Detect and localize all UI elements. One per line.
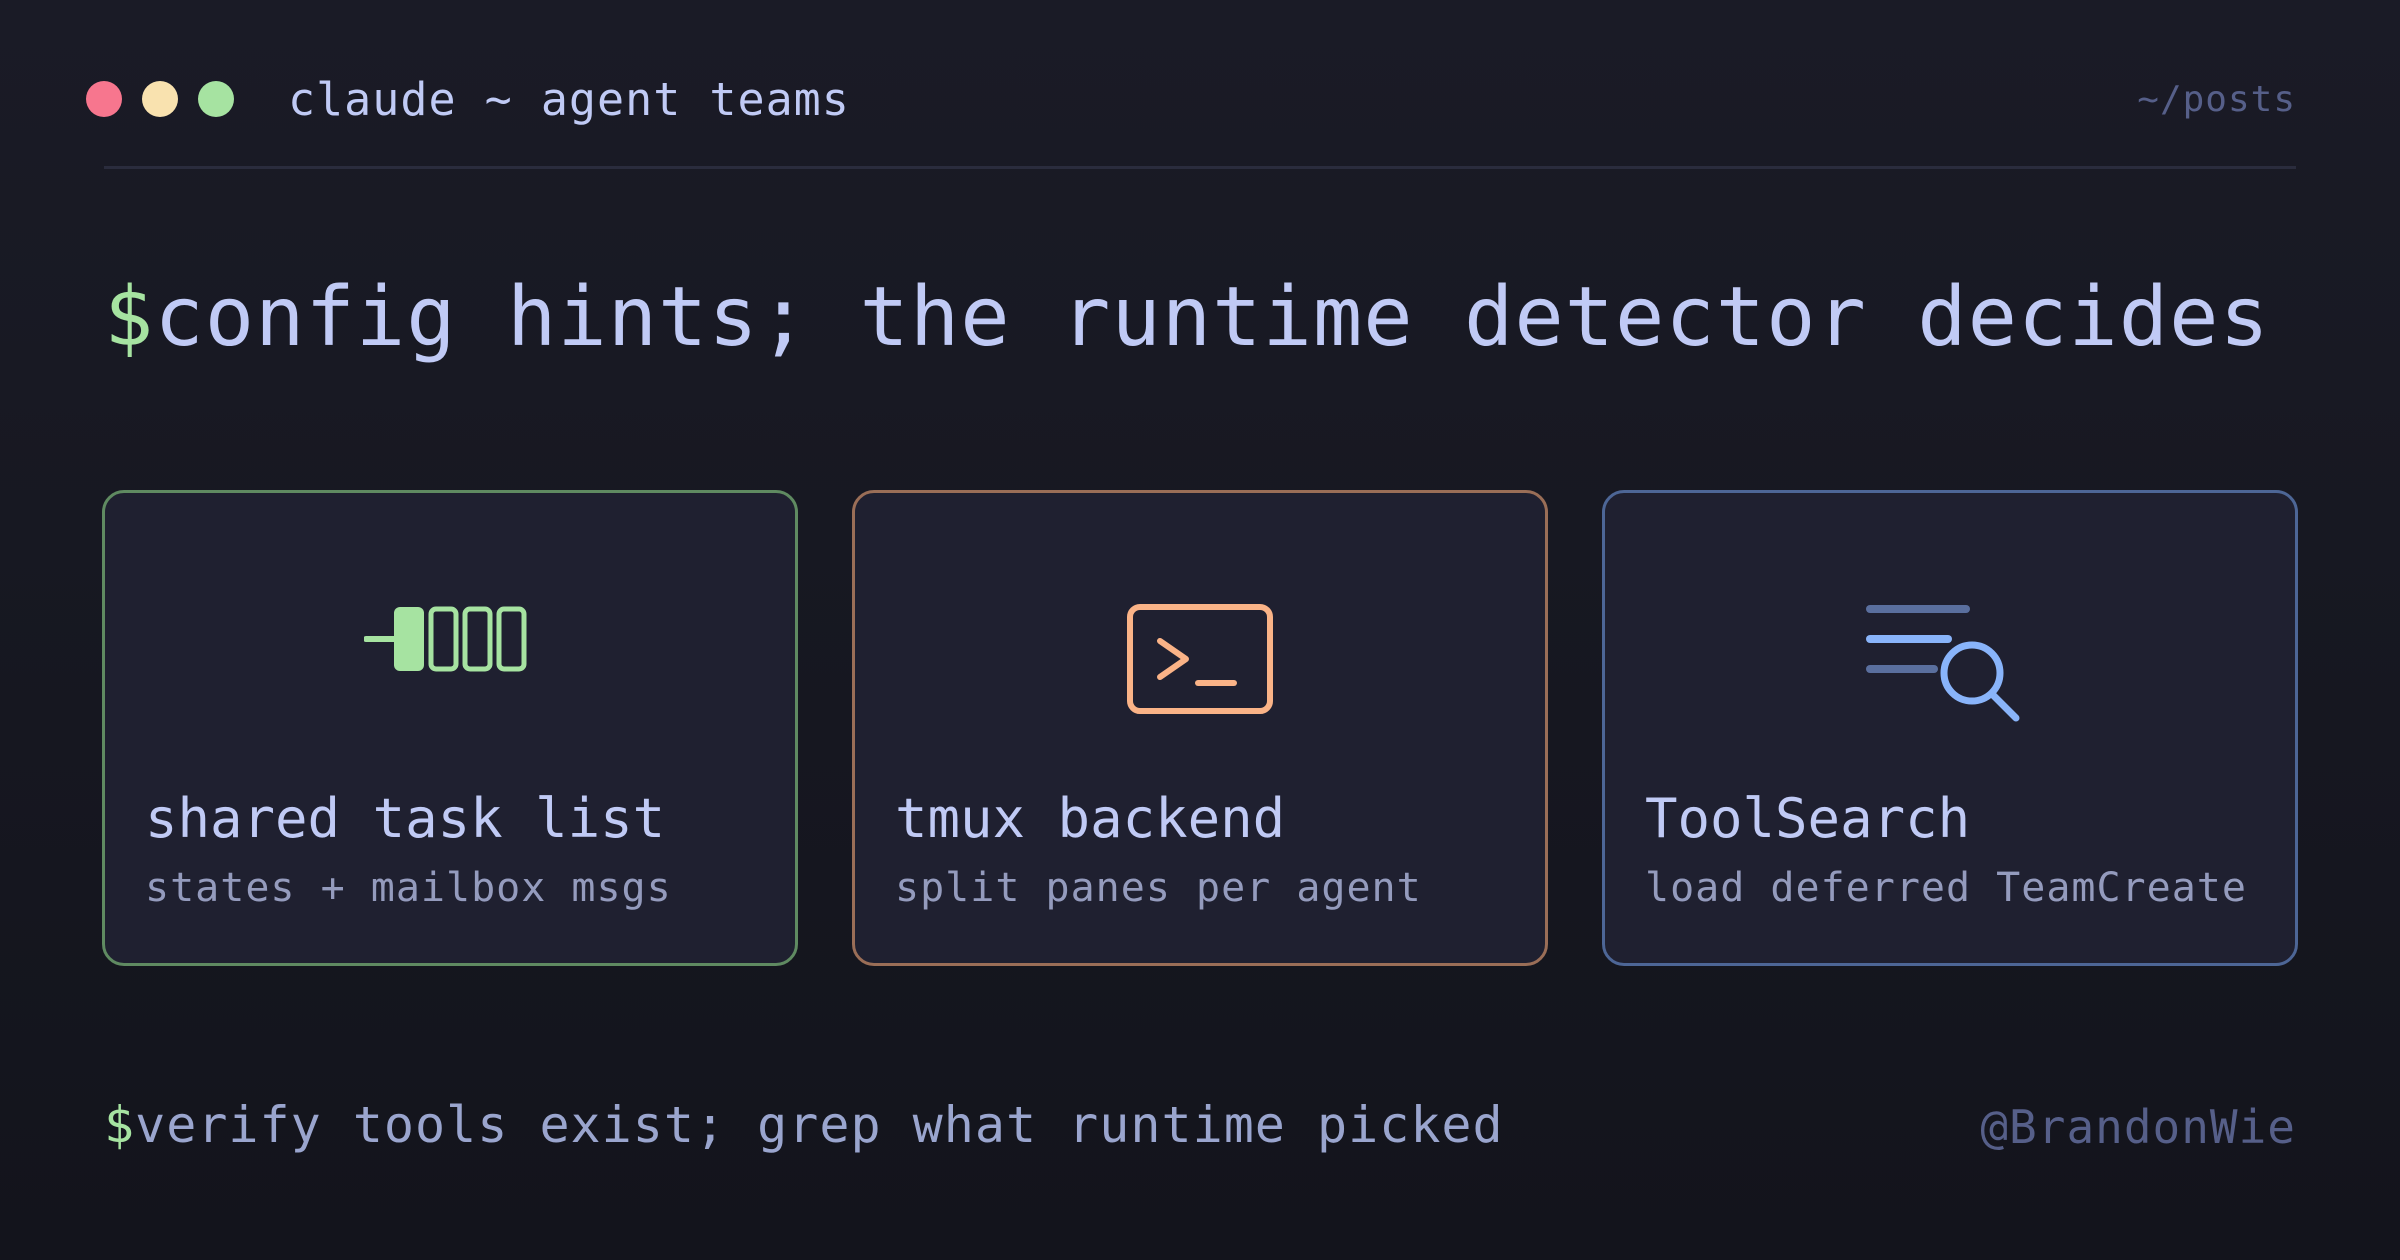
card-tmux-backend: tmux backend split panes per agent	[852, 490, 1548, 966]
task-queue-icon	[363, 603, 536, 679]
feature-cards: shared task list states + mailbox msgs t…	[102, 490, 2298, 970]
close-window-button[interactable]	[86, 81, 122, 117]
terminal-icon	[1126, 603, 1274, 719]
footer-text: verify tools exist; grep what runtime pi…	[135, 1096, 1504, 1154]
headline: $config hints; the runtime detector deci…	[104, 270, 2270, 365]
list-search-icon	[1866, 603, 2034, 729]
card-shared-task-list: shared task list states + mailbox msgs	[102, 490, 798, 966]
card-subtitle: states + mailbox msgs	[145, 865, 672, 911]
window-controls	[86, 81, 254, 117]
headline-text: config hints; the runtime detector decid…	[154, 270, 2270, 365]
path-link[interactable]: ~/posts	[2137, 79, 2296, 120]
card-title: ToolSearch	[1645, 787, 1971, 850]
footer-prompt: $	[104, 1096, 136, 1154]
window-title: claude ~ agent teams	[288, 72, 850, 126]
header-divider	[104, 166, 2296, 169]
card-subtitle: split panes per agent	[895, 865, 1422, 911]
window-titlebar: claude ~ agent teams ~/posts	[86, 72, 2296, 126]
card-subtitle: load deferred TeamCreate	[1645, 865, 2247, 911]
card-title: tmux backend	[895, 787, 1286, 850]
card-toolsearch: ToolSearch load deferred TeamCreate	[1602, 490, 2298, 966]
card-title: shared task list	[145, 787, 666, 850]
footer-command: $verify tools exist; grep what runtime p…	[104, 1096, 1504, 1154]
minimize-window-button[interactable]	[142, 81, 178, 117]
maximize-window-button[interactable]	[198, 81, 234, 117]
author-handle[interactable]: @BrandonWie	[1980, 1100, 2296, 1154]
headline-prompt: $	[104, 270, 155, 365]
